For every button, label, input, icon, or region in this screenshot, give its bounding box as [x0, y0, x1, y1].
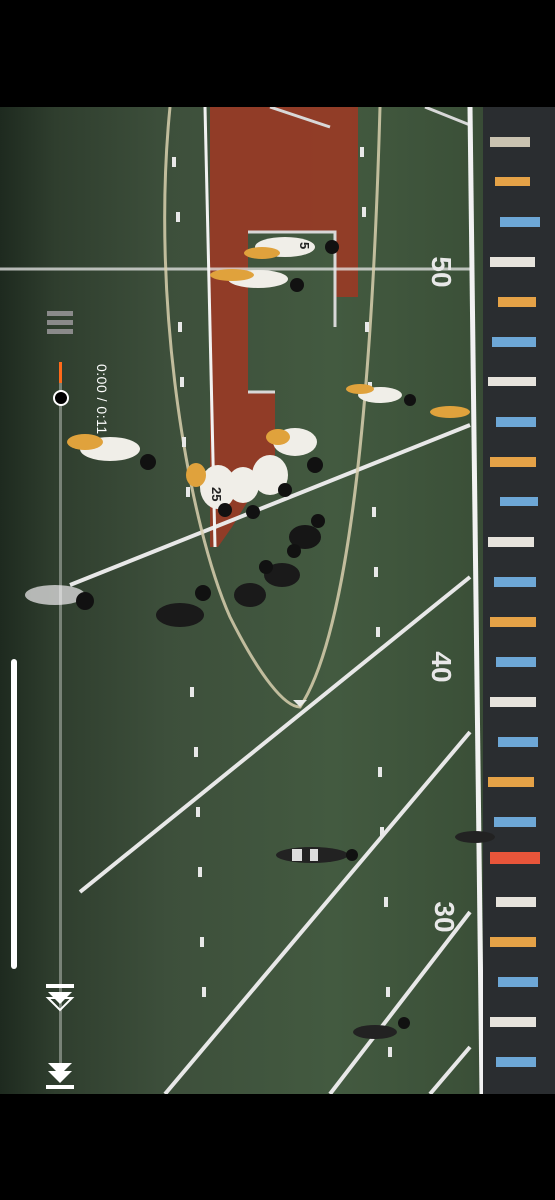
players-white	[67, 237, 470, 509]
yard-number-40: 40	[426, 651, 457, 682]
skip-back-button[interactable]	[44, 982, 76, 1014]
progress-knob[interactable]	[53, 390, 69, 406]
time-display: 0:00 / 0:11	[94, 364, 110, 435]
yard-number-50: 50	[426, 256, 457, 287]
video-frame[interactable]: 50 40 30 5 25 0:00 / 0:11	[0, 107, 555, 1094]
scrub-handle[interactable]	[11, 659, 17, 969]
progress-fill	[59, 362, 62, 384]
yard-number-30: 30	[429, 901, 460, 932]
player-controls: 0:00 / 0:11	[0, 214, 110, 1094]
jersey-number-25: 25	[209, 487, 224, 501]
skip-forward-button[interactable]	[44, 1059, 76, 1091]
skip-forward-icon	[46, 1063, 74, 1089]
jersey-number-5: 5	[297, 242, 312, 249]
drag-handle-icon[interactable]	[47, 311, 73, 339]
progress-track[interactable]	[59, 362, 62, 1072]
skip-back-icon	[45, 984, 75, 1012]
